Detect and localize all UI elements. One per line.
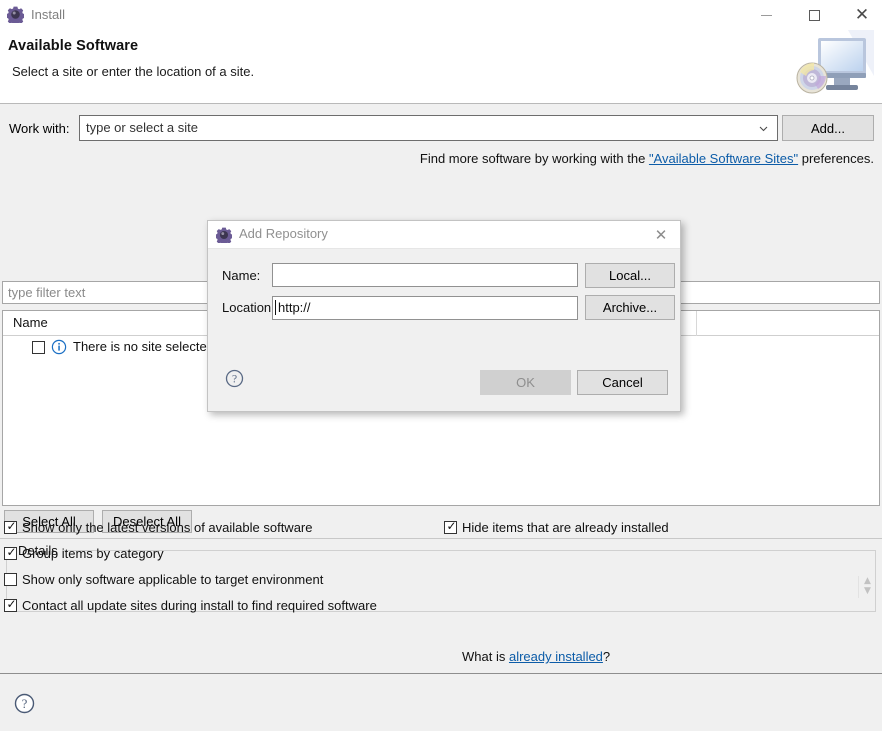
find-more-software-text: Find more software by working with the "…: [0, 151, 874, 169]
window-title-bar: Install ✕: [0, 0, 882, 30]
already-installed-link[interactable]: already installed: [509, 649, 603, 664]
updown-chevrons-icon[interactable]: ▲ ▼: [856, 574, 876, 600]
info-icon: [51, 339, 67, 355]
wizard-button-bar: ? < Back Next > Finish Cancel: [0, 674, 882, 731]
install-wizard-window: Install ✕ Available Software Select a si…: [0, 0, 882, 731]
location-field[interactable]: http://: [272, 296, 578, 320]
work-with-combo[interactable]: type or select a site: [79, 115, 778, 141]
find-more-suffix: preferences.: [798, 151, 874, 166]
option-label: Show only software applicable to target …: [22, 572, 324, 587]
option-label: Group items by category: [22, 546, 164, 561]
check-icon: ✓: [6, 545, 17, 559]
close-icon: ✕: [854, 4, 870, 25]
name-field[interactable]: [272, 263, 578, 287]
text-caret: [275, 300, 276, 315]
available-software-sites-link[interactable]: "Available Software Sites": [649, 151, 798, 166]
checkbox[interactable]: [4, 573, 17, 586]
svg-text:?: ?: [232, 374, 237, 386]
filter-placeholder: type filter text: [8, 285, 86, 300]
work-with-value: type or select a site: [86, 120, 198, 135]
maximize-icon: [808, 9, 820, 21]
minimize-button[interactable]: [743, 0, 789, 30]
add-repository-dialog: Add Repository ✕ Name: Local... Location…: [207, 220, 681, 412]
check-icon: ✓: [6, 597, 17, 611]
minimize-icon: [760, 14, 772, 16]
option-label: Show only the latest versions of availab…: [22, 520, 313, 535]
install-gear-icon: [6, 6, 25, 26]
checkbox[interactable]: ✓: [444, 519, 457, 534]
dialog-title: Add Repository: [239, 226, 328, 241]
location-label: Location:: [222, 300, 275, 315]
help-question-icon[interactable]: ?: [14, 693, 35, 714]
column-header-name[interactable]: Name: [13, 315, 48, 330]
archive-button[interactable]: Archive...: [585, 295, 675, 320]
add-repository-button[interactable]: Add...: [782, 115, 874, 141]
chevron-down-icon[interactable]: ▼: [862, 587, 873, 596]
what-is-suffix: ?: [602, 649, 611, 664]
checkbox[interactable]: ✓: [4, 597, 17, 612]
option-label: Contact all update sites during install …: [22, 598, 377, 613]
option-label: Hide items that are already installed: [462, 520, 669, 535]
maximize-button[interactable]: [791, 0, 837, 30]
help-question-icon[interactable]: ?: [225, 369, 244, 388]
section-divider: [0, 538, 882, 539]
page-title: Available Software: [8, 38, 139, 54]
row-checkbox[interactable]: [32, 341, 45, 354]
close-icon[interactable]: ✕: [648, 224, 674, 246]
install-gear-icon: [215, 227, 233, 246]
close-button[interactable]: ✕: [839, 0, 882, 30]
checkbox[interactable]: ✓: [4, 519, 17, 534]
chevron-down-icon[interactable]: [757, 122, 770, 135]
check-icon: ✓: [6, 519, 17, 533]
dialog-cancel-button[interactable]: Cancel: [577, 370, 668, 395]
column-divider[interactable]: [696, 311, 697, 336]
software-install-monitor-disc-image: [788, 30, 874, 102]
what-is-already-installed: What is already installed?: [462, 649, 610, 664]
wizard-banner: Available Software Select a site or ente…: [0, 30, 882, 104]
work-with-label: Work with:: [9, 121, 70, 136]
row-name-label: There is no site selected: [73, 339, 214, 354]
window-title: Install: [31, 7, 65, 22]
grip-bar: [858, 576, 859, 598]
check-icon: ✓: [446, 519, 457, 533]
location-value: http://: [278, 300, 311, 315]
checkbox[interactable]: ✓: [4, 545, 17, 560]
svg-text:?: ?: [22, 697, 28, 711]
local-button[interactable]: Local...: [585, 263, 675, 288]
find-more-prefix: Find more software by working with the: [419, 151, 649, 166]
page-subtitle: Select a site or enter the location of a…: [12, 64, 255, 79]
chevron-up-icon[interactable]: ▲: [862, 577, 873, 586]
ok-button[interactable]: OK: [480, 370, 571, 395]
what-is-prefix: What is: [462, 649, 509, 664]
name-label: Name:: [222, 268, 261, 283]
dialog-title-bar: Add Repository ✕: [208, 221, 680, 249]
